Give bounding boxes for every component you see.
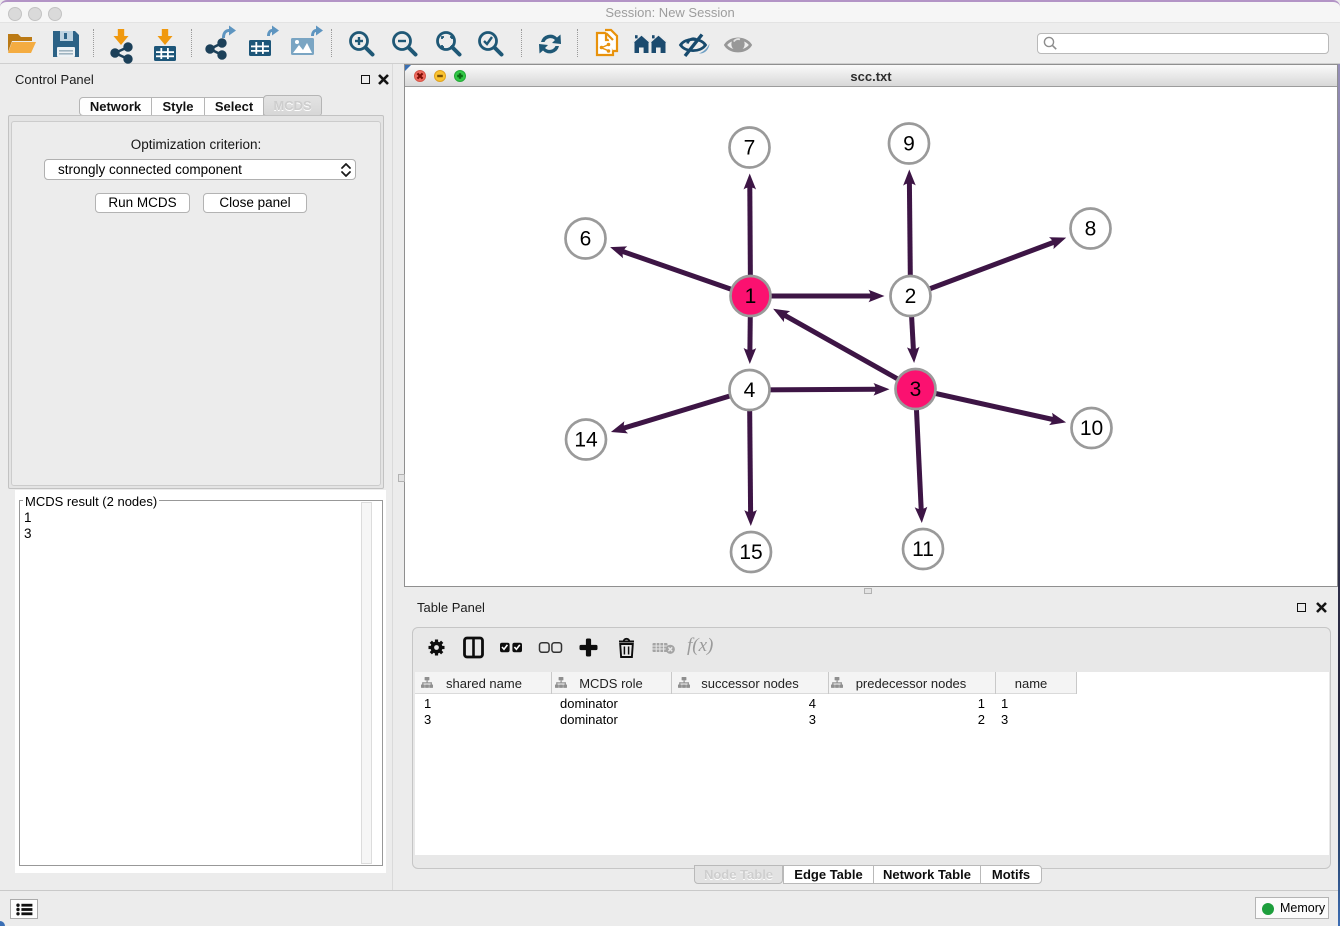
svg-text:2: 2 bbox=[905, 285, 917, 308]
svg-text:3: 3 bbox=[910, 378, 922, 401]
svg-text:7: 7 bbox=[744, 137, 756, 160]
svg-text:10: 10 bbox=[1080, 417, 1103, 440]
svg-text:14: 14 bbox=[574, 429, 598, 452]
svg-text:15: 15 bbox=[739, 541, 762, 564]
svg-text:8: 8 bbox=[1085, 218, 1097, 241]
svg-text:4: 4 bbox=[744, 379, 756, 402]
svg-text:9: 9 bbox=[903, 133, 915, 156]
svg-text:6: 6 bbox=[580, 228, 592, 251]
svg-text:1: 1 bbox=[745, 285, 757, 308]
svg-text:11: 11 bbox=[912, 538, 934, 561]
